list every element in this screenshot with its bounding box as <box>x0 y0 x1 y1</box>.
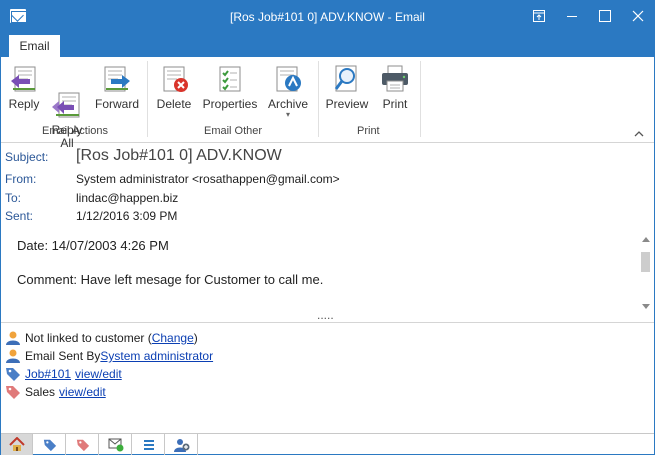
to-label: To: <box>5 191 22 205</box>
body-scrollbar[interactable] <box>638 232 654 314</box>
reply-all-icon <box>51 76 83 118</box>
customer-person-icon <box>6 331 20 345</box>
restore-to-window-icon[interactable] <box>522 1 556 31</box>
ribbon-tab-strip: Email <box>1 33 654 57</box>
print-icon <box>379 63 411 95</box>
scrollbar-thumb[interactable] <box>641 252 650 272</box>
archive-button[interactable]: Archive ▾ <box>266 63 310 119</box>
sent-label: Sent: <box>5 209 34 223</box>
job-view-edit-link[interactable]: view/edit <box>75 367 122 381</box>
delete-button[interactable]: Delete <box>154 63 194 111</box>
print-label: Print <box>382 97 408 111</box>
pane-splitter[interactable]: ..... <box>1 308 654 323</box>
properties-icon <box>214 63 246 95</box>
scroll-down-arrow-icon[interactable] <box>642 304 650 309</box>
body-line-comment: Comment: Have left mesage for Customer t… <box>17 272 324 287</box>
forward-icon <box>101 63 133 95</box>
splitter-grip: ..... <box>317 308 334 322</box>
ribbon: Reply Reply All Forward Email Actions De… <box>1 57 654 150</box>
minimize-button[interactable] <box>555 1 589 31</box>
sales-view-edit-link[interactable]: view/edit <box>59 385 106 399</box>
preview-label: Preview <box>325 97 369 111</box>
maximize-button[interactable] <box>588 1 622 31</box>
email-header: Subject: [Ros Job#101 0] ADV.KNOW From: … <box>1 144 654 230</box>
print-button[interactable]: Print <box>377 63 413 111</box>
job-link[interactable]: Job#101 <box>25 367 71 381</box>
sales-tags-tab[interactable] <box>67 434 99 455</box>
group-label-email-other: Email Other <box>204 125 263 137</box>
group-label-email-actions: Email Actions <box>42 125 109 137</box>
customer-suffix: ) <box>193 331 198 345</box>
sender-person-icon <box>6 349 20 363</box>
tag-red-icon <box>76 439 89 451</box>
sales-label: Sales <box>25 385 56 399</box>
list-icon <box>143 439 154 450</box>
reply-button[interactable]: Reply <box>5 63 43 111</box>
contacts-tab[interactable] <box>166 434 198 455</box>
sent-by-user-link[interactable]: System administrator <box>100 349 213 363</box>
link-info-panel: Not linked to customer (Change) Email Se… <box>1 324 654 432</box>
tag-blue-icon <box>43 439 56 451</box>
sales-tag-icon <box>6 386 20 399</box>
close-button[interactable] <box>621 1 655 31</box>
list-tab[interactable] <box>133 434 165 455</box>
sent-by-row: Email Sent By System administrator <box>5 347 213 365</box>
sales-row: Sales view/edit <box>5 383 106 401</box>
change-customer-link[interactable]: Change <box>152 331 194 345</box>
job-tags-tab[interactable] <box>34 434 66 455</box>
home-icon <box>8 437 25 451</box>
email-body[interactable]: Date: 14/07/2003 4:26 PM Comment: Have l… <box>1 230 654 316</box>
archive-icon <box>272 63 304 95</box>
to-value: lindac@happen.biz <box>76 191 179 205</box>
group-label-print: Print <box>357 125 380 137</box>
forward-label: Forward <box>94 97 139 111</box>
customer-prefix: Not linked to customer ( <box>25 331 152 345</box>
email-status-tab[interactable] <box>100 434 132 455</box>
ribbon-separator <box>147 61 148 137</box>
properties-button[interactable]: Properties <box>201 63 259 111</box>
properties-label: Properties <box>202 97 258 111</box>
title-bar: [Ros Job#101 0] ADV.KNOW - Email <box>1 1 654 33</box>
preview-icon <box>331 63 363 95</box>
from-value: System administrator <rosathappen@gmail.… <box>76 172 340 186</box>
email-window: [Ros Job#101 0] ADV.KNOW - Email Email R… <box>0 0 655 455</box>
body-line-date: Date: 14/07/2003 4:26 PM <box>17 238 169 253</box>
archive-dropdown-arrow-icon[interactable]: ▾ <box>266 111 310 119</box>
subject-label: Subject: <box>5 150 49 164</box>
reply-icon <box>8 63 40 95</box>
job-tag-icon <box>6 368 20 381</box>
ribbon-separator <box>420 61 421 137</box>
from-label: From: <box>5 172 37 186</box>
home-tab[interactable] <box>1 434 33 455</box>
sent-by-prefix: Email Sent By <box>25 349 101 363</box>
job-row: Job#101 view/edit <box>5 365 122 383</box>
collapse-ribbon-chevron-icon[interactable] <box>634 126 644 140</box>
bottom-toolbar <box>1 433 654 455</box>
customer-link-row: Not linked to customer (Change) <box>5 329 198 347</box>
email-status-icon <box>108 438 123 451</box>
reply-label: Reply <box>8 97 40 111</box>
subject-value: [Ros Job#101 0] ADV.KNOW <box>76 147 282 164</box>
delete-icon <box>158 63 190 95</box>
scroll-up-arrow-icon[interactable] <box>642 237 650 242</box>
preview-button[interactable]: Preview <box>325 63 369 111</box>
delete-label: Delete <box>156 97 192 111</box>
sent-value: 1/12/2016 3:09 PM <box>76 209 178 223</box>
contacts-icon <box>173 438 189 452</box>
forward-button[interactable]: Forward <box>93 63 141 111</box>
ribbon-separator <box>318 61 319 137</box>
tab-email[interactable]: Email <box>9 35 60 57</box>
